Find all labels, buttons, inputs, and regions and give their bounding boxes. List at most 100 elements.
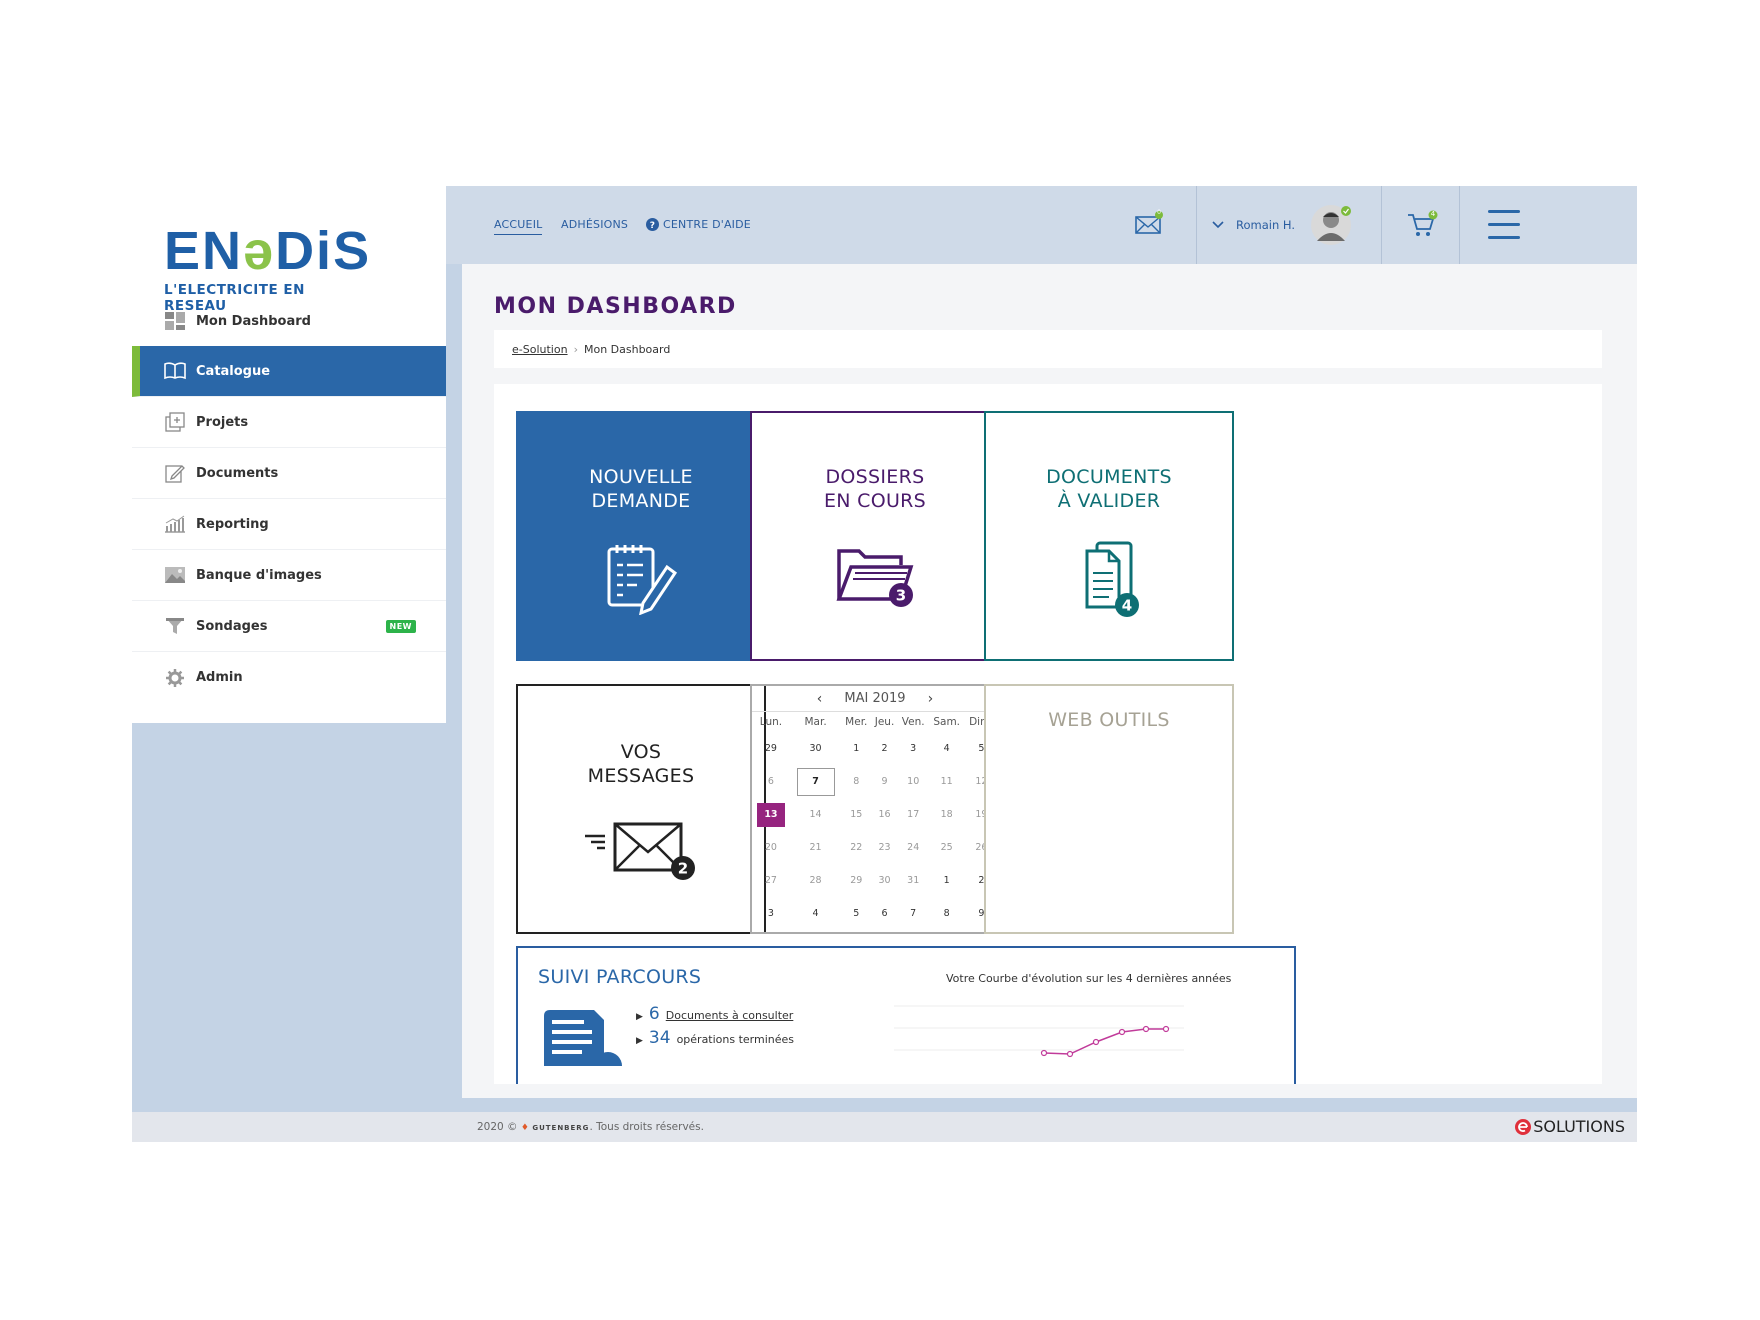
calendar-day[interactable]: 15 [841, 798, 871, 831]
tile-web-outils[interactable]: WEB OUTILS [984, 684, 1234, 934]
calendar-day[interactable]: 27 [752, 864, 790, 897]
tab-adhesions[interactable]: ADHÉSIONS [561, 218, 628, 231]
calendar-day[interactable]: 16 [871, 798, 897, 831]
breadcrumb-root[interactable]: e-Solution [512, 343, 568, 356]
calendar-day-number: 3 [767, 908, 774, 919]
tile-dossiers-en-cours[interactable]: DOSSIERS EN COURS 3 [750, 411, 1000, 661]
calendar-day[interactable]: 24 [898, 831, 929, 864]
flame-icon: ♦ [520, 1123, 529, 1133]
calendar-day-header: Sam. [933, 716, 961, 728]
triangle-icon: ▶ [636, 1036, 643, 1046]
calendar-day[interactable]: 11 [929, 765, 965, 798]
cart-badge: 4 [1430, 210, 1436, 218]
sidebar-item-admin[interactable]: Admin [132, 652, 446, 703]
calendar-grid: Lun. Mar. Mer. Jeu. Ven. Sam. Dim. 29 30 1 2 3 4 5 6 7… [752, 712, 998, 930]
sidebar-item-sondages[interactable]: Sondages NEW [132, 601, 446, 652]
sidebar-item-label: Admin [196, 670, 243, 685]
calendar-day[interactable]: 17 [898, 798, 929, 831]
calendar-day[interactable]: 3 [752, 897, 790, 930]
e-logo-icon [1515, 1118, 1532, 1135]
tile-vos-messages[interactable]: VOS MESSAGES 2 [516, 684, 766, 934]
calendar-day[interactable]: 3 [898, 732, 929, 765]
cart-button[interactable]: 4 [1406, 210, 1440, 240]
menu-button[interactable] [1486, 208, 1522, 242]
calendar-day-number: 25 [940, 842, 953, 853]
stat-documents[interactable]: ▶ 6 Documents à consulter [636, 1004, 793, 1024]
copyright-brand: GUTENBERG [532, 1124, 590, 1132]
chart-point [1066, 1050, 1074, 1058]
calendar-day[interactable]: 8 [929, 897, 965, 930]
tab-accueil[interactable]: ACCUEIL [494, 218, 543, 235]
calendar-day[interactable]: 4 [929, 732, 965, 765]
calendar-day-number: 9 [881, 776, 888, 787]
calendar-day[interactable]: 1 [929, 864, 965, 897]
calendar-day-number: 15 [850, 809, 863, 820]
chart-point [1142, 1025, 1150, 1033]
calendar-day[interactable]: 7 [790, 765, 841, 798]
calendar-day[interactable]: 6 [871, 897, 897, 930]
calendar-day[interactable]: 7 [898, 897, 929, 930]
calendar-day-number: 31 [907, 875, 920, 886]
enedis-logo[interactable]: ENəDiS L'ELECTRICITE EN RESEAU [164, 224, 369, 314]
copyright: 2020 © ♦ GUTENBERG. Tous droits réservés… [477, 1121, 704, 1133]
tile-title-line: VOS [620, 741, 662, 763]
calendar-prev-button[interactable]: ‹ [817, 691, 823, 707]
calendar-day[interactable]: 29 [841, 864, 871, 897]
tile-nouvelle-demande[interactable]: NOUVELLE DEMANDE [516, 411, 766, 661]
calendar-day[interactable]: 8 [841, 765, 871, 798]
sidebar: ENəDiS L'ELECTRICITE EN RESEAU Mon Dashb… [132, 186, 446, 1142]
calendar-day-number: 16 [878, 809, 891, 820]
tile-title-line: DOCUMENTS [1046, 466, 1172, 488]
sidebar-item-documents[interactable]: Documents [132, 448, 446, 499]
sidebar-item-catalogue[interactable]: Catalogue [132, 346, 446, 397]
folder-icon: 3 [836, 549, 914, 607]
suivi-title: SUIVI PARCOURS [538, 966, 702, 988]
sidebar-item-label: Catalogue [196, 363, 271, 379]
calendar-day-number: 14 [809, 809, 822, 820]
calendar-day[interactable]: 29 [752, 732, 790, 765]
calendar-day[interactable]: 21 [790, 831, 841, 864]
sidebar-item-mon-dashboard[interactable]: Mon Dashboard [132, 296, 446, 347]
sidebar-item-banque-images[interactable]: Banque d'images [132, 550, 446, 601]
calendar-day[interactable]: 2 [871, 732, 897, 765]
sidebar-item-reporting[interactable]: Reporting [132, 499, 446, 550]
hamburger-icon [1488, 210, 1520, 239]
calendar-header: ‹ MAI 2019 › [752, 686, 998, 712]
sidebar-item-projets[interactable]: Projets [132, 397, 446, 448]
calendar-day[interactable]: 14 [790, 798, 841, 831]
chart-point [1092, 1038, 1100, 1046]
calendar-day[interactable]: 30 [790, 732, 841, 765]
divider [1459, 186, 1460, 264]
mail-button[interactable]: 0 [1134, 209, 1164, 240]
calendar-day[interactable]: 1 [841, 732, 871, 765]
calendar-day[interactable]: 20 [752, 831, 790, 864]
calendar-day[interactable]: 23 [871, 831, 897, 864]
calendar-next-button[interactable]: › [928, 691, 934, 707]
calendar-day-header: Mer. [845, 716, 868, 728]
user-menu[interactable]: Romain H. [1212, 204, 1362, 246]
calendar-day[interactable]: 22 [841, 831, 871, 864]
calendar-widget: ‹ MAI 2019 › Lun. Mar. Mer. Jeu. Ven. Sam. Dim… [750, 684, 1000, 934]
calendar-day[interactable]: 4 [790, 897, 841, 930]
calendar-day[interactable]: 18 [929, 798, 965, 831]
avatar [1311, 205, 1351, 245]
calendar-day[interactable]: 13 [752, 798, 790, 831]
calendar-day[interactable]: 25 [929, 831, 965, 864]
stat-label: opérations terminées [676, 1033, 795, 1046]
calendar-day[interactable]: 10 [898, 765, 929, 798]
documents-icon: 4 [1085, 541, 1139, 617]
messages-count: 2 [678, 860, 688, 878]
tile-documents-a-valider[interactable]: DOCUMENTS À VALIDER 4 [984, 411, 1234, 661]
calendar-day-number: 17 [907, 809, 920, 820]
calendar-day-number: 8 [853, 776, 860, 787]
calendar-day[interactable]: 28 [790, 864, 841, 897]
calendar-day[interactable]: 5 [841, 897, 871, 930]
calendar-day[interactable]: 9 [871, 765, 897, 798]
calendar-day[interactable]: 31 [898, 864, 929, 897]
calendar-day[interactable]: 6 [752, 765, 790, 798]
book-icon [164, 360, 186, 382]
calendar-day[interactable]: 30 [871, 864, 897, 897]
calendar-day-number: 1 [943, 875, 950, 886]
calendar-day-number: 30 [809, 743, 822, 754]
tab-centre-aide[interactable]: ? CENTRE D'AIDE [646, 218, 751, 231]
